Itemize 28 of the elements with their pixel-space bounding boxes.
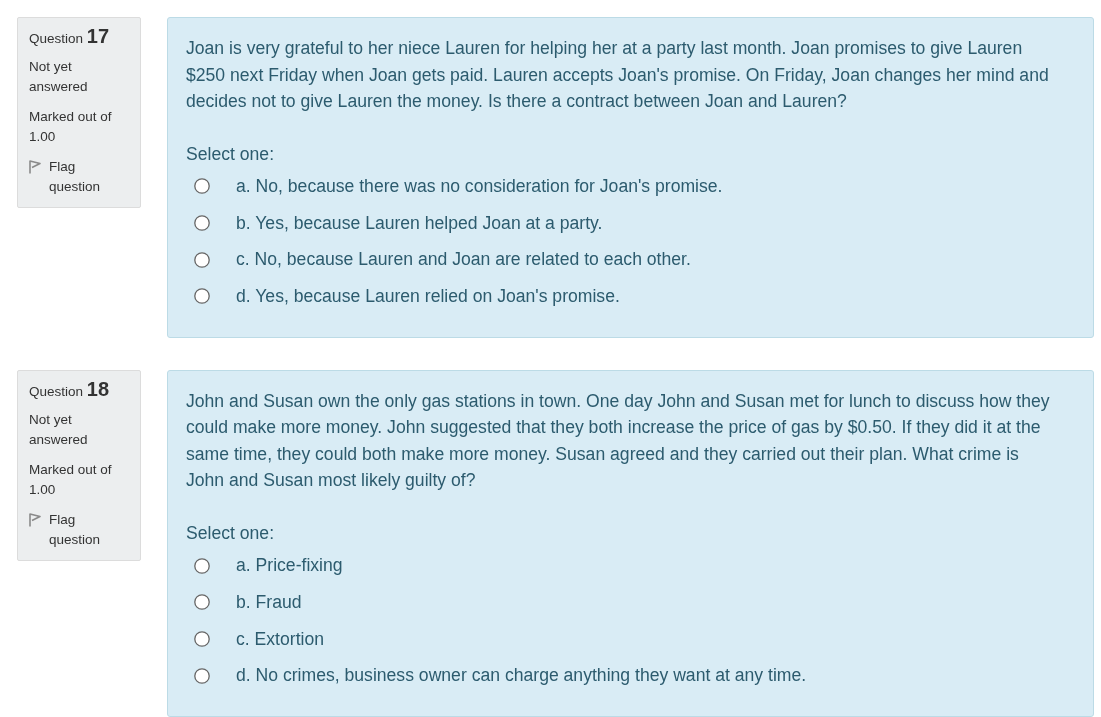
- select-prompt: Select one:: [186, 142, 276, 166]
- answer-option[interactable]: c. Extortion: [236, 625, 324, 653]
- radio-button[interactable]: [194, 215, 210, 232]
- question-text: Joan is very grateful to her niece Lauren for helping her at a party last month. Joan promises to give Lauren $250 next Friday when Joan gets paid. Lauren accepts Joan's promise. On Friday, Joan changes her mind and decides not to give Lauren the money. Is there a contract between Joan and Lauren?: [186, 37, 1050, 113]
- question-grade: Marked out of 1.00: [29, 108, 113, 146]
- radio-button[interactable]: [194, 557, 210, 574]
- flag-question-link[interactable]: Flag question: [29, 157, 129, 197]
- question-grade: Marked out of 1.00: [29, 460, 113, 499]
- answer-option[interactable]: b. Fraud: [236, 589, 302, 616]
- radio-button[interactable]: [194, 630, 210, 647]
- radio-button[interactable]: [194, 288, 210, 305]
- radio-button[interactable]: [194, 251, 210, 268]
- radio-button[interactable]: [194, 667, 210, 684]
- answer-option[interactable]: d. Yes, because Lauren relied on Joan's promise.: [236, 283, 620, 310]
- question-state: Not yet answered: [29, 58, 89, 96]
- answer-option[interactable]: b. Yes, because Lauren helped Joan at a party.: [236, 209, 603, 237]
- answer-option[interactable]: a. Price-fixing: [236, 552, 343, 579]
- radio-button[interactable]: [194, 178, 210, 195]
- answer-option[interactable]: a. No, because there was no consideration for Joan's promise.: [236, 173, 723, 200]
- select-prompt: Select one:: [186, 521, 276, 545]
- answer-option[interactable]: d. No crimes, business owner can charge anything they want at any time.: [236, 662, 807, 689]
- question-number: Question 17: [29, 26, 111, 49]
- question-text: John and Susan own the only gas stations in town. One day John and Susan met for lunch to discuss how they could make more money. John suggested that they both increase the price of gas by $0.50. If they did it at the same time, they could both make more money. Susan agreed and they carried out their plan. What crime is John and Susan most likely guilty of?: [186, 389, 1051, 493]
- flag-question-link[interactable]: Flag question: [29, 509, 129, 550]
- answer-option[interactable]: c. No, because Lauren and Joan are related to each other.: [236, 246, 691, 273]
- question-number: Question 18: [29, 378, 111, 402]
- radio-button[interactable]: [194, 594, 210, 611]
- question-state: Not yet answered: [29, 410, 89, 449]
